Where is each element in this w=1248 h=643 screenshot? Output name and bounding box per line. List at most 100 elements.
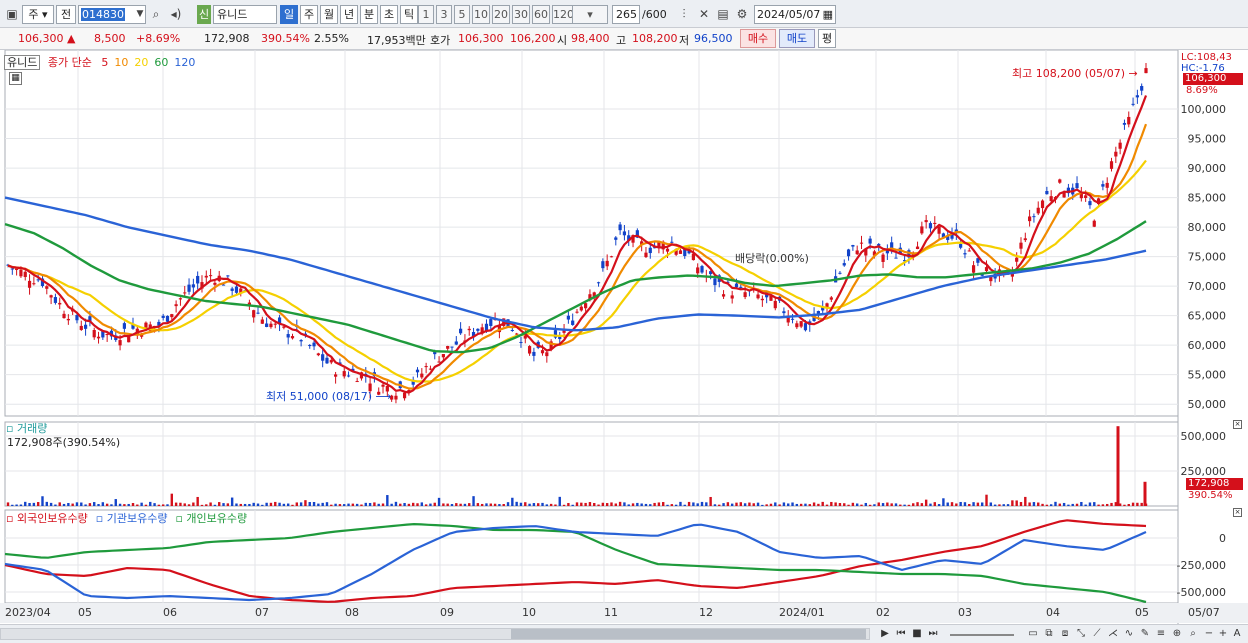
compare-icon[interactable]: ✕ (696, 6, 712, 22)
eval-button[interactable]: 평 (818, 29, 836, 48)
rewind-icon[interactable]: ⏮ (894, 627, 908, 641)
forward-icon[interactable]: ⏭ (926, 627, 940, 641)
candle-body (743, 292, 747, 298)
volume-bar (1097, 504, 1100, 506)
layout-icon[interactable]: ▣ (4, 6, 20, 22)
zoom-out-icon[interactable]: − (1202, 627, 1216, 641)
candle-body (1140, 86, 1144, 91)
period-type-select[interactable]: 주 ▾ (22, 5, 54, 24)
table-icon[interactable]: ▦ (9, 72, 22, 85)
period-tab[interactable]: 초 (380, 5, 398, 24)
volume-bar (506, 502, 510, 506)
candle-type-icon[interactable]: ⫶ (676, 6, 692, 22)
period-tab[interactable]: 분 (360, 5, 378, 24)
volume-bar (114, 499, 117, 506)
speaker-icon[interactable]: ◂) (168, 6, 184, 22)
zoom-in-icon[interactable]: + (1216, 627, 1230, 641)
candle-body (1036, 207, 1040, 214)
pen-icon[interactable]: ✎ (1138, 627, 1152, 641)
candle-body (234, 286, 239, 293)
close-icon[interactable]: × (1233, 420, 1242, 429)
interval-tab[interactable]: 5 (454, 5, 470, 24)
capture-icon[interactable]: ▭ (1026, 627, 1040, 641)
interval-tab[interactable]: 120 (552, 5, 574, 24)
measure-icon[interactable]: ⋌ (1106, 627, 1120, 641)
volume-bar (631, 503, 635, 506)
full-button[interactable]: 전 (56, 5, 76, 24)
volume-bar (183, 503, 186, 506)
draw-icon[interactable]: ⤡ (1074, 627, 1088, 641)
volume-bar (812, 502, 816, 506)
volume-bar (937, 504, 941, 506)
play-icon[interactable]: ▶ (878, 627, 892, 641)
volume-bar (929, 503, 932, 506)
interval-tab[interactable]: 30 (512, 5, 530, 24)
volume-bar (825, 504, 829, 506)
close-icon[interactable]: × (1233, 508, 1242, 517)
buy-button[interactable]: 매수 (740, 29, 776, 48)
layer-icon[interactable]: ⧈ (1058, 627, 1072, 641)
period-tab[interactable]: 틱 (400, 5, 418, 24)
volume-bar (1084, 504, 1087, 506)
zoom-icon[interactable]: ⌕ (1186, 627, 1200, 641)
candle-body (83, 324, 88, 329)
font-size-icon[interactable]: A (1230, 627, 1244, 641)
volume-bar (1028, 502, 1031, 506)
save-icon[interactable]: ▤ (715, 6, 731, 22)
volume-bar (463, 503, 467, 506)
candle-body (1101, 184, 1105, 187)
crosshair-icon[interactable]: ⊕ (1170, 627, 1184, 641)
x-tick: 10 (522, 606, 536, 619)
sell-button[interactable]: 매도 (779, 29, 815, 48)
scrollbar[interactable] (0, 628, 870, 640)
volume-bar (265, 502, 268, 506)
period-tab[interactable]: 일 (280, 5, 298, 24)
volume-bar (899, 504, 902, 506)
volume-bar (1067, 504, 1070, 506)
interval-tab[interactable]: 3 (436, 5, 452, 24)
volume-spike (1116, 426, 1120, 506)
curve-icon[interactable]: ∿ (1122, 627, 1136, 641)
stock-name-field[interactable]: 유니드 (213, 5, 277, 24)
fib-icon[interactable]: ≡ (1154, 627, 1168, 641)
scroll-thumb[interactable] (511, 629, 866, 639)
candle-body (566, 315, 570, 320)
gear-icon[interactable]: ⚙ (734, 6, 750, 22)
bottom-bar: ▶ ⏮ ■ ⏭ ▭ ⧉ ⧈ ⤡ ⟋ ⋌ ∿ ✎ ≡ ⊕ ⌕ − + A (0, 624, 1248, 643)
line-icon[interactable]: ⟋ (1090, 627, 1104, 641)
chart-area[interactable]: 100,000 95,000 90,000 85,000 80,000 75,000 70,… (0, 49, 1248, 625)
stock-chart[interactable]: 100,000 95,000 90,000 85,000 80,000 75,000 70,… (0, 49, 1248, 625)
candle-body (208, 275, 213, 277)
volume-bar (399, 503, 402, 506)
candle-body (609, 256, 614, 258)
copy-icon[interactable]: ⧉ (1042, 627, 1056, 641)
interval-tab[interactable]: 10 (472, 5, 490, 24)
period-tab[interactable]: 월 (320, 5, 338, 24)
interval-tab[interactable]: 1 (418, 5, 434, 24)
candle-body (1023, 238, 1027, 241)
interval-dropdown[interactable]: ▾ (572, 5, 608, 24)
volume-bar (761, 504, 764, 506)
stop-icon[interactable]: ■ (910, 627, 924, 641)
period-tab[interactable]: 주 (300, 5, 318, 24)
candle-body (1019, 242, 1023, 249)
period-tab[interactable]: 년 (340, 5, 358, 24)
count-input[interactable]: 265 (612, 5, 640, 24)
zoom-slider[interactable] (950, 634, 1014, 636)
interval-tab[interactable]: 60 (532, 5, 550, 24)
low-price: 96,500 (694, 32, 733, 45)
holder-legend-item: ▫ 개인보유수량 (175, 512, 248, 525)
search-icon[interactable]: ⌕ (148, 6, 164, 22)
volume-bar (903, 504, 906, 506)
volume-bar (101, 502, 105, 506)
calendar-icon[interactable]: ▦ (823, 6, 833, 23)
dividend-annotation: 배당락(0.00%) (735, 252, 809, 265)
date-input[interactable]: 2024/05/07 ▦ (754, 5, 836, 24)
volume-bar (110, 504, 113, 506)
chevron-down-icon[interactable]: ▼ (132, 6, 148, 22)
volume-bar (1006, 504, 1010, 506)
volume-bar (881, 503, 885, 506)
interval-tab[interactable]: 20 (492, 5, 510, 24)
legend-name[interactable]: 유니드 (4, 55, 41, 70)
candle-body (1028, 216, 1032, 222)
